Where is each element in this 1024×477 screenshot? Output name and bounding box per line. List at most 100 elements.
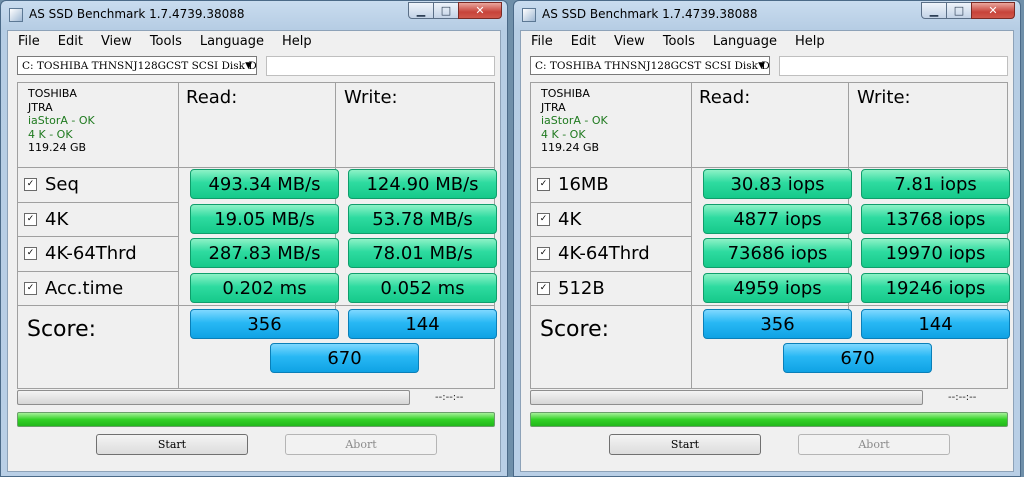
test-checkbox[interactable]: ✓ <box>24 281 37 295</box>
close-button[interactable]: ✕ <box>971 2 1015 19</box>
minimize-icon: ▁ <box>416 4 426 17</box>
read-result: 287.83 MB/s <box>190 238 339 268</box>
window-client: File Edit View Tools Language Help C: TO… <box>520 30 1014 472</box>
abort-button[interactable]: Abort <box>285 434 437 455</box>
test-name: 512B <box>558 277 605 299</box>
menu-language[interactable]: Language <box>190 31 272 53</box>
read-result: 73686 iops <box>703 238 852 268</box>
test-row-label: ✓ Seq <box>24 169 79 199</box>
menu-help[interactable]: Help <box>785 31 833 53</box>
maximize-button[interactable]: □ <box>433 2 459 19</box>
read-result: 19.05 MB/s <box>190 204 339 234</box>
score-label: Score: <box>27 317 97 342</box>
menu-edit[interactable]: Edit <box>48 31 91 53</box>
drive-select[interactable]: C: TOSHIBA THNSNJ128GCST SCSI Disk D ▼ <box>530 56 770 75</box>
chevron-down-icon: ▼ <box>245 61 252 71</box>
test-name: 16MB <box>558 173 609 195</box>
test-row-label: ✓ 4K-64Thrd <box>537 238 650 268</box>
test-checkbox[interactable]: ✓ <box>24 246 37 260</box>
write-result: 124.90 MB/s <box>348 169 497 199</box>
write-result: 78.01 MB/s <box>348 238 497 268</box>
read-header: Read: <box>699 87 751 108</box>
menu-view[interactable]: View <box>91 31 140 53</box>
drive-select-value: C: TOSHIBA THNSNJ128GCST SCSI Disk D <box>22 60 257 72</box>
test-row-label: ✓ Acc.time <box>24 273 123 303</box>
app-icon <box>522 8 536 22</box>
driver-status: iaStorA - OK <box>541 114 608 127</box>
drive-select[interactable]: C: TOSHIBA THNSNJ128GCST SCSI Disk D ▼ <box>17 56 257 75</box>
test-name: Seq <box>45 173 79 195</box>
test-progress-bar <box>17 390 410 405</box>
drive-model: TOSHIBA <box>541 87 590 100</box>
test-name: 4K-64Thrd <box>558 242 650 264</box>
menu-file[interactable]: File <box>521 31 561 53</box>
benchmark-window-right: AS SSD Benchmark 1.7.4739.38088 ▁ □ ✕ Fi… <box>513 0 1021 477</box>
test-checkbox[interactable]: ✓ <box>537 281 550 295</box>
menu-file[interactable]: File <box>8 31 48 53</box>
write-result: 53.78 MB/s <box>348 204 497 234</box>
read-score: 356 <box>703 309 852 339</box>
write-result: 7.81 iops <box>861 169 1010 199</box>
total-score: 670 <box>270 343 419 373</box>
read-result: 4959 iops <box>703 273 852 303</box>
menu-bar: File Edit View Tools Language Help <box>521 31 1013 53</box>
blank-field <box>266 56 495 76</box>
maximize-button[interactable]: □ <box>946 2 972 19</box>
total-score: 670 <box>783 343 932 373</box>
read-result: 4877 iops <box>703 204 852 234</box>
read-result: 493.34 MB/s <box>190 169 339 199</box>
close-button[interactable]: ✕ <box>458 2 502 19</box>
menu-view[interactable]: View <box>604 31 653 53</box>
window-client: File Edit View Tools Language Help C: TO… <box>7 30 501 472</box>
chevron-down-icon: ▼ <box>758 61 765 71</box>
app-icon <box>9 8 23 22</box>
menu-edit[interactable]: Edit <box>561 31 604 53</box>
test-row-label: ✓ 4K <box>24 204 68 234</box>
test-checkbox[interactable]: ✓ <box>537 177 550 191</box>
drive-info: TOSHIBA JTRA iaStorA - OK 4 K - OK 119.2… <box>541 87 608 155</box>
read-score: 356 <box>190 309 339 339</box>
close-icon: ✕ <box>988 4 998 17</box>
title-bar[interactable]: AS SSD Benchmark 1.7.4739.38088 ▁ □ ✕ <box>1 1 507 29</box>
blank-field <box>779 56 1008 76</box>
read-header: Read: <box>186 87 238 108</box>
results-grid: TOSHIBA JTRA iaStorA - OK 4 K - OK 119.2… <box>17 82 497 389</box>
window-title: AS SSD Benchmark 1.7.4739.38088 <box>542 7 758 21</box>
write-header: Write: <box>344 87 398 108</box>
test-name: 4K <box>558 208 582 230</box>
drive-model: TOSHIBA <box>28 87 77 100</box>
drive-select-value: C: TOSHIBA THNSNJ128GCST SCSI Disk D <box>535 60 770 72</box>
elapsed-time: --:--:-- <box>948 392 977 403</box>
menu-help[interactable]: Help <box>272 31 320 53</box>
test-checkbox[interactable]: ✓ <box>24 177 37 191</box>
test-checkbox[interactable]: ✓ <box>537 212 550 226</box>
menu-tools[interactable]: Tools <box>140 31 190 53</box>
minimize-button[interactable]: ▁ <box>921 2 947 19</box>
drive-size: 119.24 GB <box>541 141 600 154</box>
start-button[interactable]: Start <box>96 434 248 455</box>
write-score: 144 <box>348 309 497 339</box>
menu-tools[interactable]: Tools <box>653 31 703 53</box>
minimize-button[interactable]: ▁ <box>408 2 434 19</box>
drive-size: 119.24 GB <box>28 141 87 154</box>
test-checkbox[interactable]: ✓ <box>537 246 550 260</box>
abort-button[interactable]: Abort <box>798 434 950 455</box>
test-progress-bar <box>530 390 923 405</box>
title-bar[interactable]: AS SSD Benchmark 1.7.4739.38088 ▁ □ ✕ <box>514 1 1020 29</box>
test-name: 4K-64Thrd <box>45 242 137 264</box>
test-name: Acc.time <box>45 277 124 299</box>
score-label: Score: <box>540 317 610 342</box>
read-result: 30.83 iops <box>703 169 852 199</box>
write-result: 13768 iops <box>861 204 1010 234</box>
maximize-icon: □ <box>953 4 965 17</box>
test-row-label: ✓ 4K <box>537 204 581 234</box>
test-row-label: ✓ 512B <box>537 273 605 303</box>
menu-language[interactable]: Language <box>703 31 785 53</box>
elapsed-time: --:--:-- <box>435 392 464 403</box>
start-button[interactable]: Start <box>609 434 761 455</box>
write-result: 19246 iops <box>861 273 1010 303</box>
alignment-status: 4 K - OK <box>541 127 586 141</box>
window-title: AS SSD Benchmark 1.7.4739.38088 <box>29 7 245 21</box>
test-row-label: ✓ 4K-64Thrd <box>24 238 137 268</box>
test-checkbox[interactable]: ✓ <box>24 212 37 226</box>
